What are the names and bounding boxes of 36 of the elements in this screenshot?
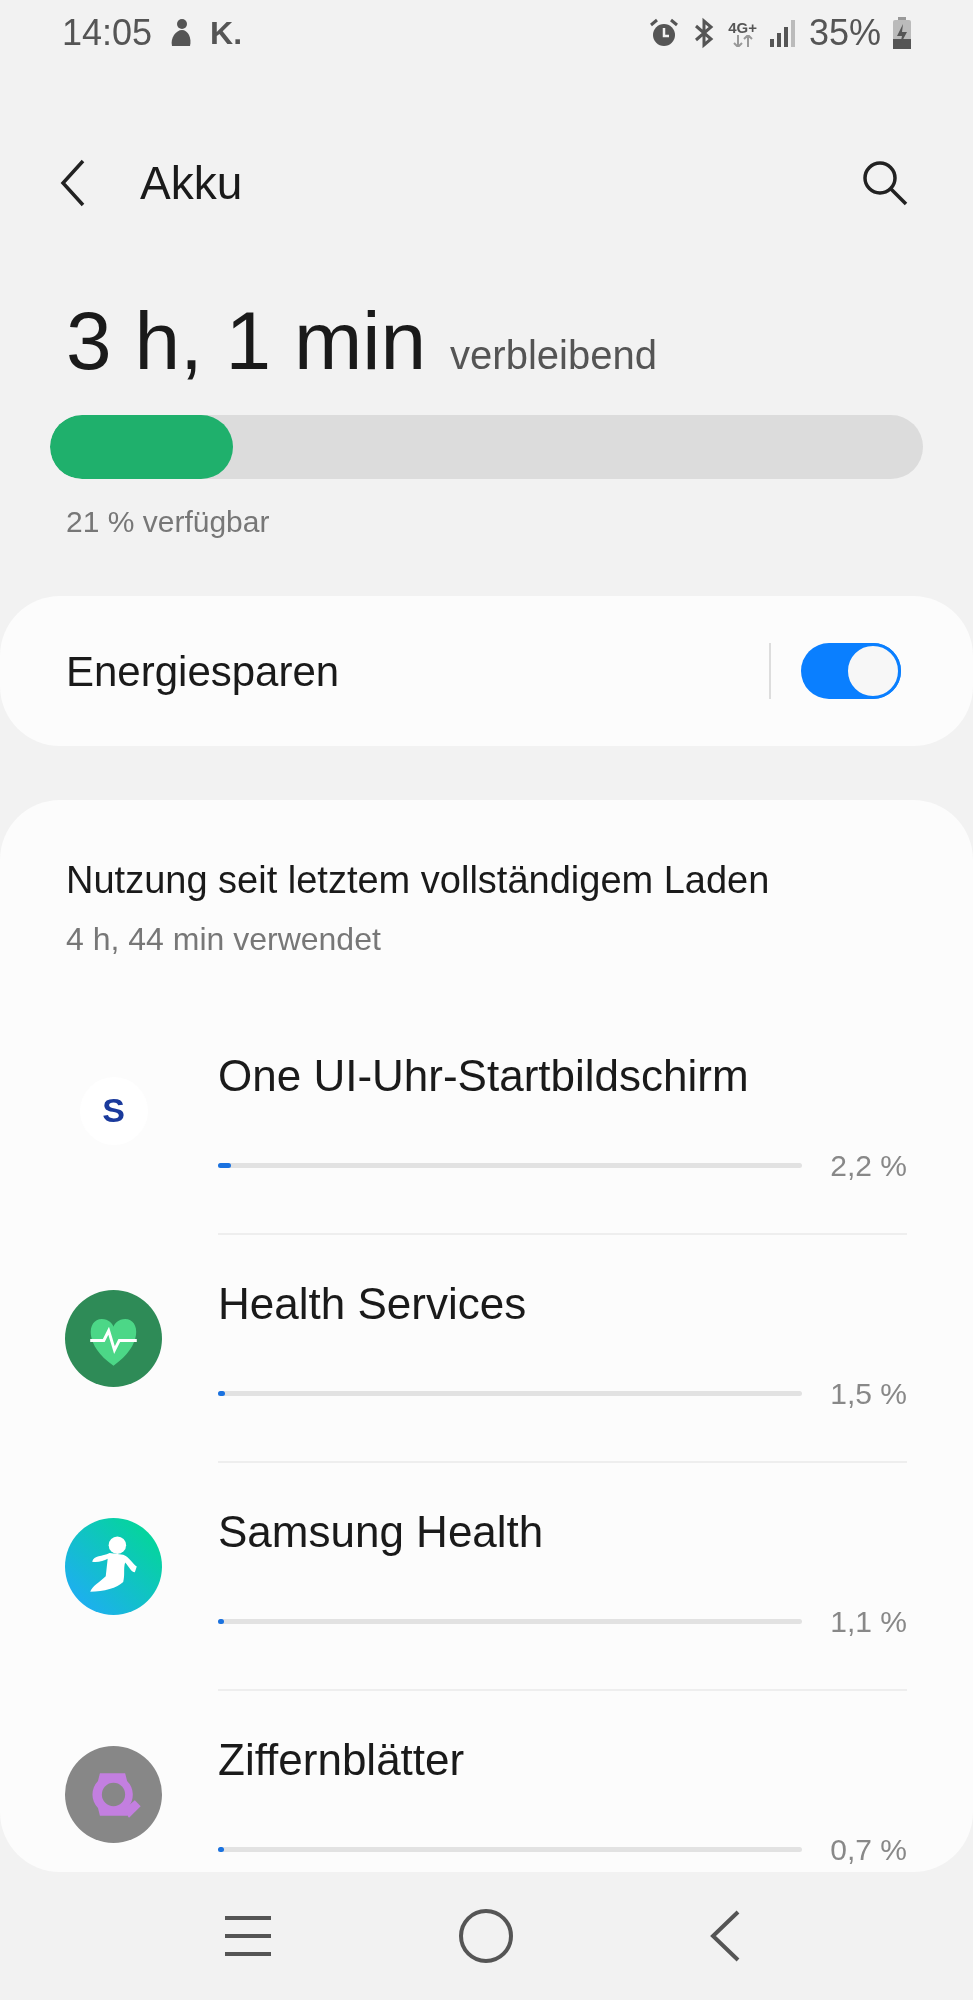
usage-title: Nutzung seit letztem vollständigem Laden (66, 858, 771, 903)
search-icon (860, 158, 910, 208)
available-label: 21 % verfügbar (65, 504, 271, 540)
page-title: Akku (140, 155, 243, 211)
usage-percent: 0,7 % (830, 1832, 907, 1868)
app-name: One UI-Uhr-Startbildschirm (218, 1050, 750, 1102)
app-name: Ziffernblätter (218, 1734, 466, 1786)
usage-subtitle: 4 h, 44 min verwendet (66, 920, 382, 959)
app-name: Health Services (218, 1278, 528, 1330)
usage-percent: 1,5 % (830, 1376, 907, 1412)
app-usage-row[interactable]: S One UI-Uhr-Startbildschirm 2,2 % (0, 1007, 973, 1235)
heart-pulse-icon (65, 1290, 162, 1387)
battery-percent: 35% (808, 11, 881, 55)
app-usage-row[interactable]: Health Services 1,5 % (0, 1235, 973, 1463)
data-arrows-icon (731, 34, 754, 47)
app-name: Samsung Health (218, 1506, 545, 1558)
back-chevron-icon (708, 1909, 741, 1963)
home-circle-icon (458, 1908, 515, 1964)
usage-percent: 2,2 % (830, 1148, 907, 1184)
remaining-time: 3 h, 1 min (66, 300, 427, 382)
menu-icon (223, 1914, 274, 1958)
app-usage-row[interactable]: Samsung Health 1,1 % (0, 1463, 973, 1691)
signal-icon (768, 19, 797, 47)
power-saving-switch[interactable] (801, 643, 901, 699)
usage-percent: 1,1 % (830, 1604, 907, 1640)
app-usage-row[interactable]: Ziffernblätter 0,7 % (0, 1691, 973, 1872)
watch-icon (65, 1746, 162, 1843)
power-saving-label: Energiesparen (66, 646, 340, 697)
status-time: 14:05 (62, 11, 153, 55)
remaining-label: verbleibend (450, 332, 657, 379)
switch-thumb (845, 643, 901, 699)
runner-icon (65, 1518, 162, 1615)
notification-letter: K. (210, 14, 243, 53)
network-type: 4G+ (728, 19, 757, 35)
battery-charging-icon (893, 17, 911, 49)
alarm-icon (648, 17, 681, 49)
